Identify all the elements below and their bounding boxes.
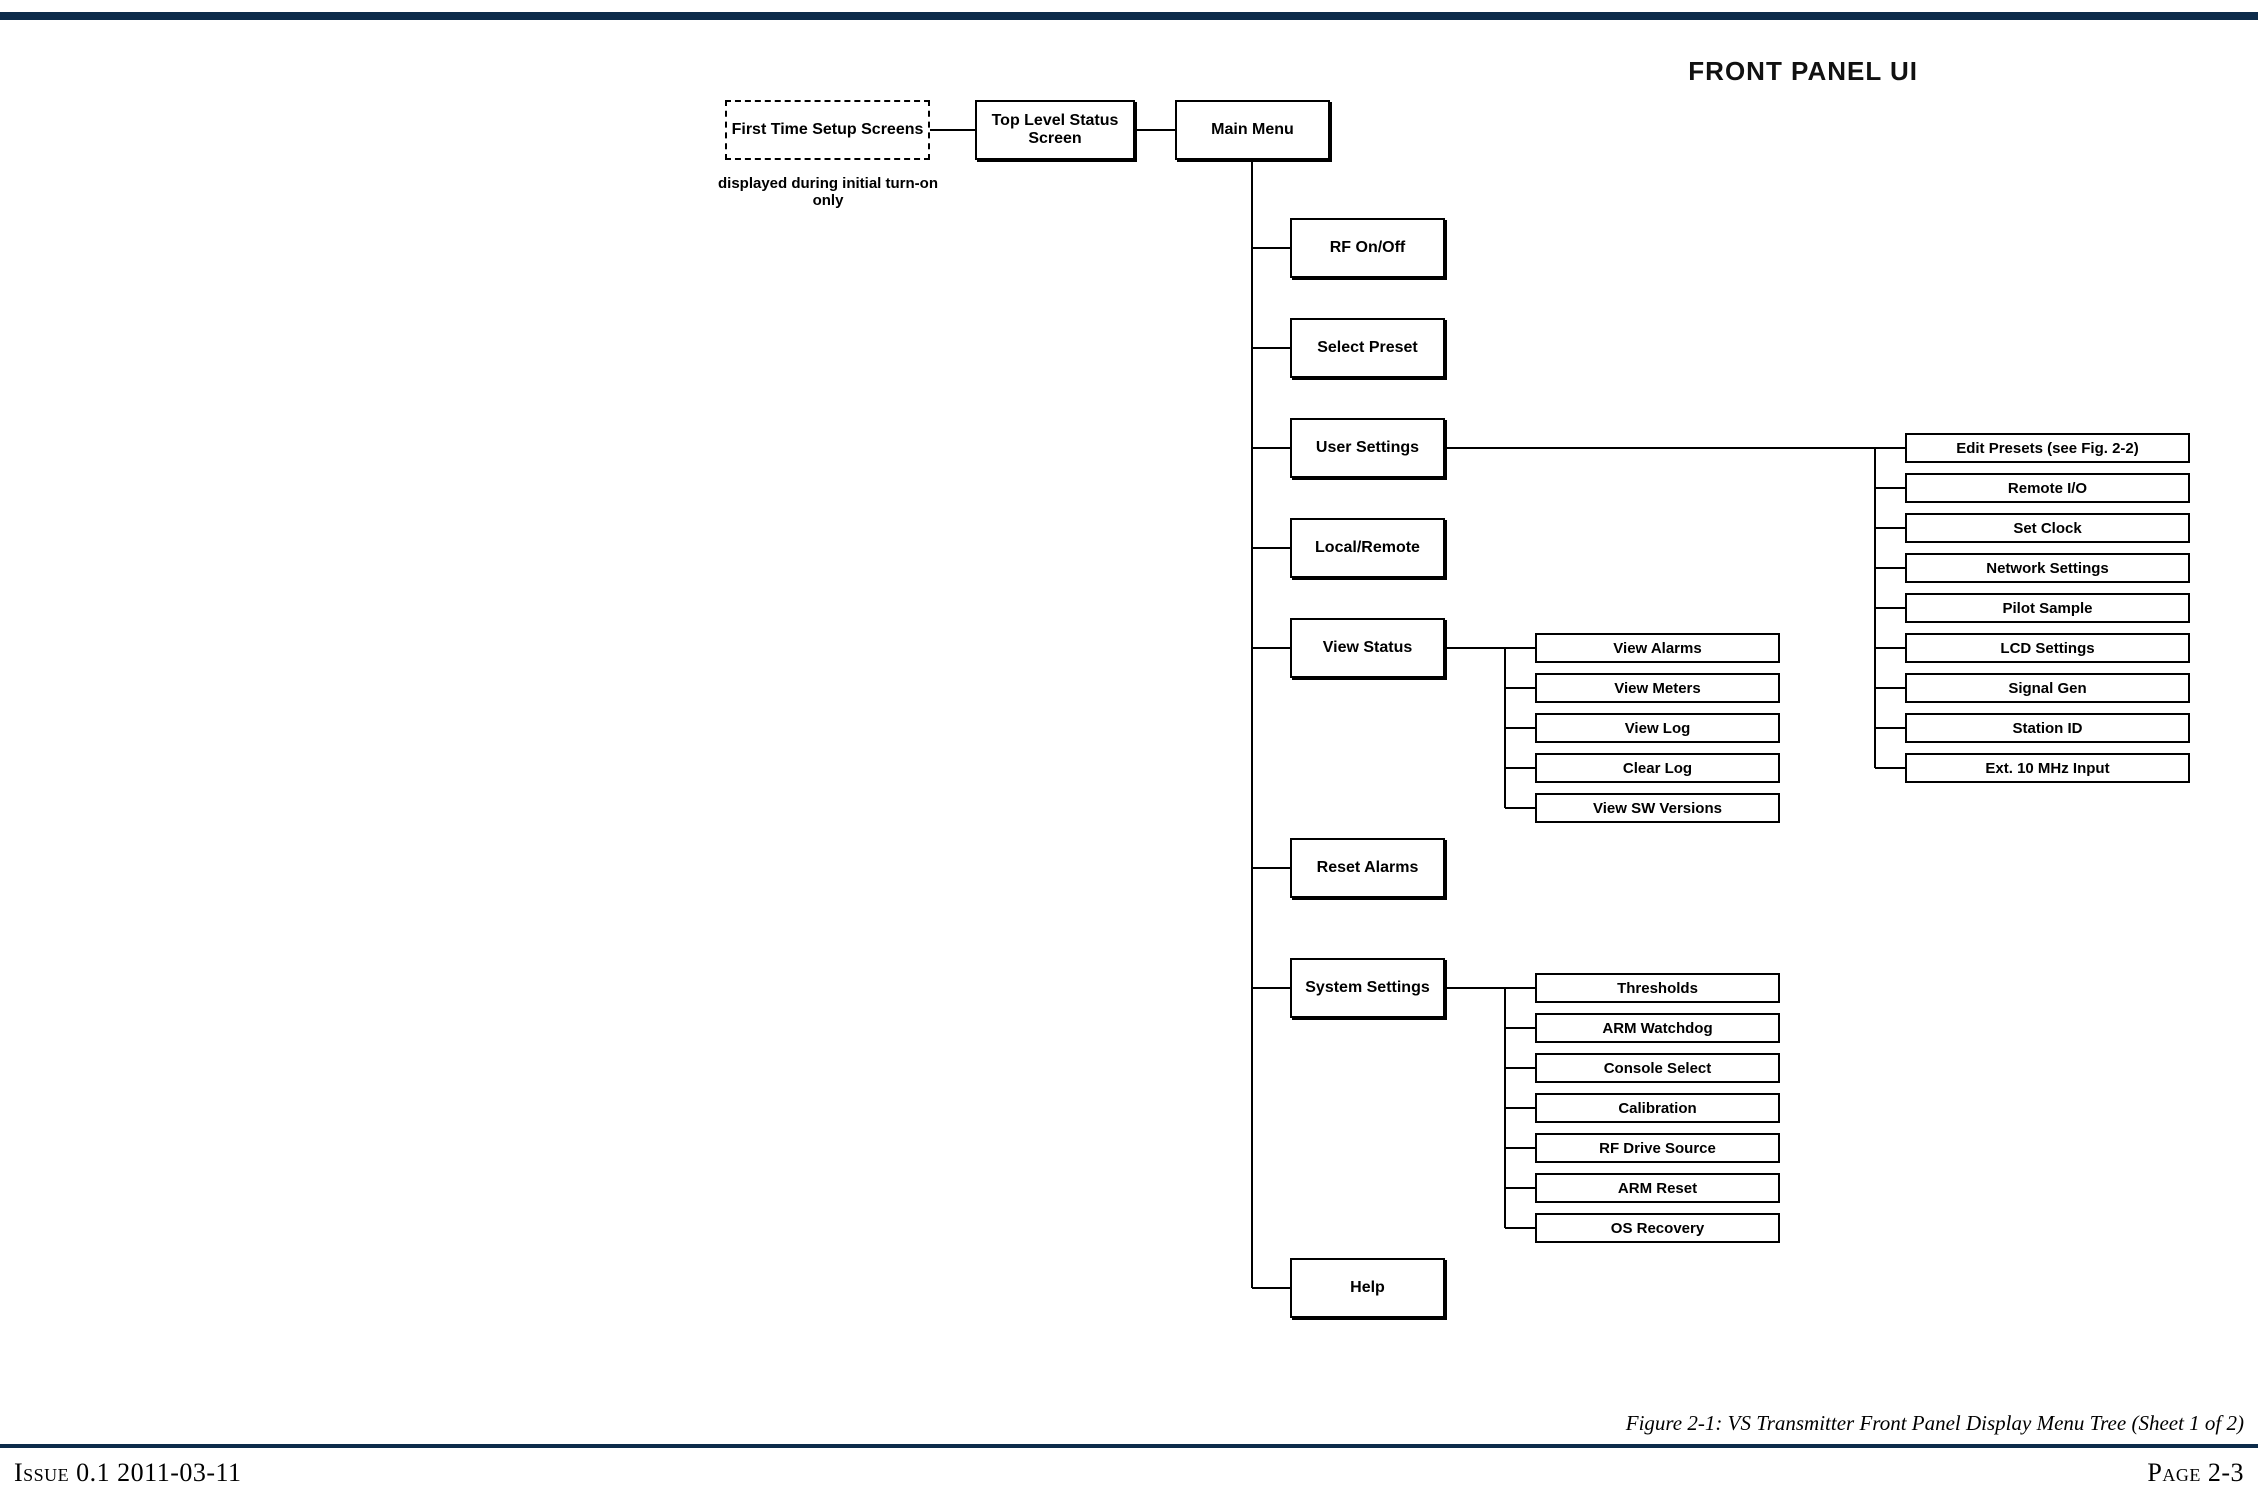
- row-arm-watchdog: ARM Watchdog: [1535, 1013, 1780, 1043]
- section-title: FRONT PANEL UI: [1688, 56, 1918, 87]
- node-user-settings: User Settings: [1290, 418, 1445, 478]
- row-ext-10mhz: Ext. 10 MHz Input: [1905, 753, 2190, 783]
- row-view-log: View Log: [1535, 713, 1780, 743]
- node-main-menu: Main Menu: [1175, 100, 1330, 160]
- row-view-meters: View Meters: [1535, 673, 1780, 703]
- row-calibration: Calibration: [1535, 1093, 1780, 1123]
- row-station-id: Station ID: [1905, 713, 2190, 743]
- row-network-settings: Network Settings: [1905, 553, 2190, 583]
- footer-page: Page 2-3: [2147, 1458, 2244, 1488]
- row-rf-drive-source: RF Drive Source: [1535, 1133, 1780, 1163]
- node-select-preset: Select Preset: [1290, 318, 1445, 378]
- node-system-settings: System Settings: [1290, 958, 1445, 1018]
- row-view-sw-versions: View SW Versions: [1535, 793, 1780, 823]
- node-local-remote: Local/Remote: [1290, 518, 1445, 578]
- row-view-alarms: View Alarms: [1535, 633, 1780, 663]
- node-help: Help: [1290, 1258, 1445, 1318]
- figure-caption: Figure 2-1: VS Transmitter Front Panel D…: [1626, 1411, 2244, 1436]
- node-view-status: View Status: [1290, 618, 1445, 678]
- footer-issue: Issue 0.1 2011-03-11: [14, 1458, 242, 1488]
- footer-rule: [0, 1444, 2258, 1448]
- header-rule: [0, 12, 2258, 20]
- row-os-recovery: OS Recovery: [1535, 1213, 1780, 1243]
- row-remote-io: Remote I/O: [1905, 473, 2190, 503]
- node-first-time-note: displayed during initial turn-on only: [713, 175, 943, 209]
- row-signal-gen: Signal Gen: [1905, 673, 2190, 703]
- connector-lines: [0, 0, 2258, 1500]
- row-set-clock: Set Clock: [1905, 513, 2190, 543]
- node-reset-alarms: Reset Alarms: [1290, 838, 1445, 898]
- row-clear-log: Clear Log: [1535, 753, 1780, 783]
- row-thresholds: Thresholds: [1535, 973, 1780, 1003]
- row-arm-reset: ARM Reset: [1535, 1173, 1780, 1203]
- node-rf-onoff: RF On/Off: [1290, 218, 1445, 278]
- row-edit-presets: Edit Presets (see Fig. 2-2): [1905, 433, 2190, 463]
- node-first-time-setup: First Time Setup Screens: [725, 100, 930, 160]
- row-console-select: Console Select: [1535, 1053, 1780, 1083]
- row-lcd-settings: LCD Settings: [1905, 633, 2190, 663]
- node-top-level-status: Top Level Status Screen: [975, 100, 1135, 160]
- row-pilot-sample: Pilot Sample: [1905, 593, 2190, 623]
